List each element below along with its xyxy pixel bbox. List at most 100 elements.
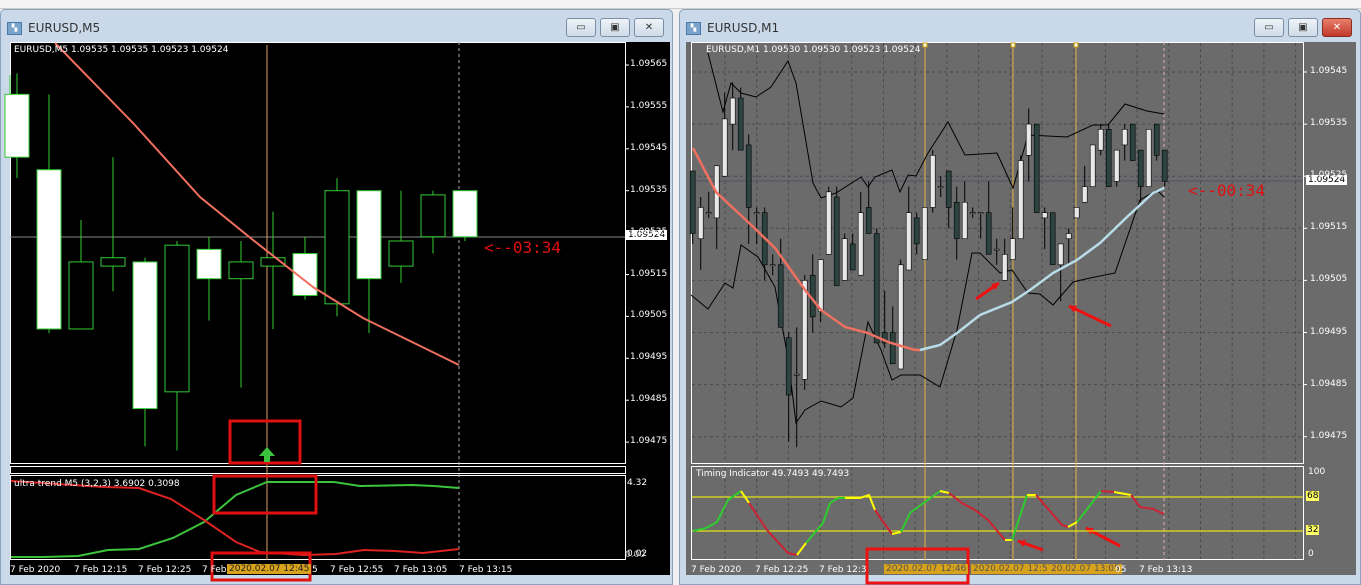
time-axis-label: 7 Feb 12:25 (755, 565, 809, 575)
bull-candle (697, 207, 704, 240)
timing-axis-32: 32 (1306, 525, 1320, 535)
bull-candle (1073, 207, 1080, 219)
price-axis-label: 1.09535 (1310, 118, 1348, 129)
price-axis-label: 1.09535 (630, 184, 668, 195)
timing-axis-100: 100 (1308, 467, 1326, 477)
bull-candle (1017, 160, 1024, 240)
bull-candle (769, 264, 776, 267)
ultra-trend-label: ultra trend M5 (3,2,3) 3.6902 0.3098 (14, 479, 180, 489)
bear-candle (953, 201, 960, 240)
bull-candle (905, 212, 912, 271)
price-axis-label: 1.09555 (630, 100, 668, 111)
bull-candle (969, 212, 976, 214)
price-axis-label: 1.09475 (1310, 430, 1348, 441)
time-axis-label: 7 Feb 13:15 (459, 565, 513, 575)
bear-candle (785, 337, 792, 396)
bear-candle (1137, 149, 1144, 187)
bull-candle (1041, 212, 1048, 219)
price-axis-label: 1.09485 (1310, 378, 1348, 389)
time-axis-label: 7 Feb 2020 (691, 565, 742, 575)
bull-candle (721, 118, 728, 177)
bull-candle (961, 201, 968, 240)
time-axis-label: 7 Feb 12:15 (74, 565, 128, 575)
bull-candle (929, 155, 936, 208)
bull-candle (1145, 129, 1152, 187)
timing-indicator-label: Timing Indicator 49.7493 49.7493 (696, 469, 850, 479)
bull-candle (1081, 186, 1088, 203)
bull-candle (897, 264, 904, 370)
price-axis-label: 1.09545 (630, 142, 668, 153)
bear-candle (1129, 123, 1136, 161)
price-axis-label: 1.09495 (630, 352, 668, 363)
m1-ohlc-info: EURUSD,M1 1.09530 1.09530 1.09523 1.0952… (706, 45, 921, 55)
time-axis-label: 7 Feb 12:55 (330, 565, 384, 575)
bull-candle (1121, 129, 1128, 146)
bear-candle (865, 207, 872, 234)
bull-candle (1097, 129, 1104, 151)
bull-candle (801, 280, 808, 380)
bull-candle (993, 248, 1000, 251)
bull-candle (1009, 238, 1016, 260)
bear-candle (833, 196, 840, 286)
bull-candle (1065, 233, 1072, 240)
timing-indicator-segment (1100, 490, 1115, 493)
time-axis-label: 7 Feb 13:13 (1139, 565, 1193, 575)
bull-candle (825, 191, 832, 255)
price-axis-label: 1.09545 (1310, 66, 1348, 76)
bear-candle (737, 97, 744, 151)
bear-candle (689, 170, 696, 234)
bear-candle (1033, 123, 1040, 213)
marker-handle (1073, 42, 1079, 48)
time-axis-label: 05 (1115, 565, 1127, 575)
indicator-axis-00: 0.00 (625, 550, 646, 560)
bull-candle (793, 373, 800, 376)
bull-candle (1089, 144, 1096, 187)
m1-time-highlight-1: 2020.02.07 12:46 (884, 564, 969, 574)
bull-candle (937, 186, 944, 188)
price-axis-label: 1.09565 (630, 59, 668, 69)
m5-ohlc-info: EURUSD,M5 1.09535 1.09535 1.09523 1.0952… (14, 45, 229, 55)
bear-candle (777, 264, 784, 328)
marker-handle (1010, 42, 1016, 48)
bear-candle (985, 212, 992, 255)
indicator-axis-max: 4.32 (627, 478, 648, 488)
bull-candle (977, 212, 984, 214)
bull-candle (857, 212, 864, 276)
bull-candle (729, 97, 736, 125)
price-axis-label: 1.09475 (630, 436, 668, 447)
time-axis-label: 7 Feb 12:25 (138, 565, 192, 575)
time-axis-label: 7 Feb 2020 (10, 565, 61, 575)
m5-time-highlight: 2020.02.07 12:45 (227, 564, 312, 574)
bull-candle (1113, 149, 1120, 182)
timing-axis-0: 0 (1308, 549, 1314, 559)
m1-time-highlight-2: 2020.02.07 12:57 (971, 564, 1056, 574)
m1-chart-background (686, 42, 1356, 575)
price-axis-label: 1.09525 (630, 226, 668, 237)
m5-candle-countdown: <--03:34 (484, 238, 562, 257)
bull-candle (817, 259, 824, 312)
price-axis-label: 1.09485 (630, 394, 668, 405)
bull-candle (753, 212, 760, 214)
price-axis-label: 1.09505 (1310, 274, 1348, 285)
m1-chart-canvas[interactable] (0, 0, 1361, 585)
bull-candle (1001, 254, 1008, 281)
bull-candle (705, 212, 712, 214)
m1-time-highlight-3: 20.02.07 13:05 (1049, 564, 1122, 574)
price-axis-label: 1.09525 (1310, 170, 1348, 181)
time-axis-label: 7 Feb 12:3 (819, 565, 867, 575)
price-axis-label: 1.09515 (630, 268, 668, 279)
m1-candle-countdown: <--00:34 (1188, 181, 1266, 200)
price-axis-label: 1.09515 (1310, 222, 1348, 233)
bear-candle (913, 217, 920, 245)
bear-candle (889, 332, 896, 365)
bull-candle (1057, 243, 1064, 266)
bull-candle (921, 207, 928, 260)
bull-candle (841, 238, 848, 281)
bear-candle (1161, 149, 1168, 182)
marker-handle (922, 42, 928, 48)
time-axis-label: 7 Feb (202, 565, 227, 575)
bear-candle (745, 144, 752, 208)
bear-candle (1153, 123, 1160, 156)
bear-candle (1049, 212, 1056, 266)
price-axis-label: 1.09495 (1310, 326, 1348, 337)
